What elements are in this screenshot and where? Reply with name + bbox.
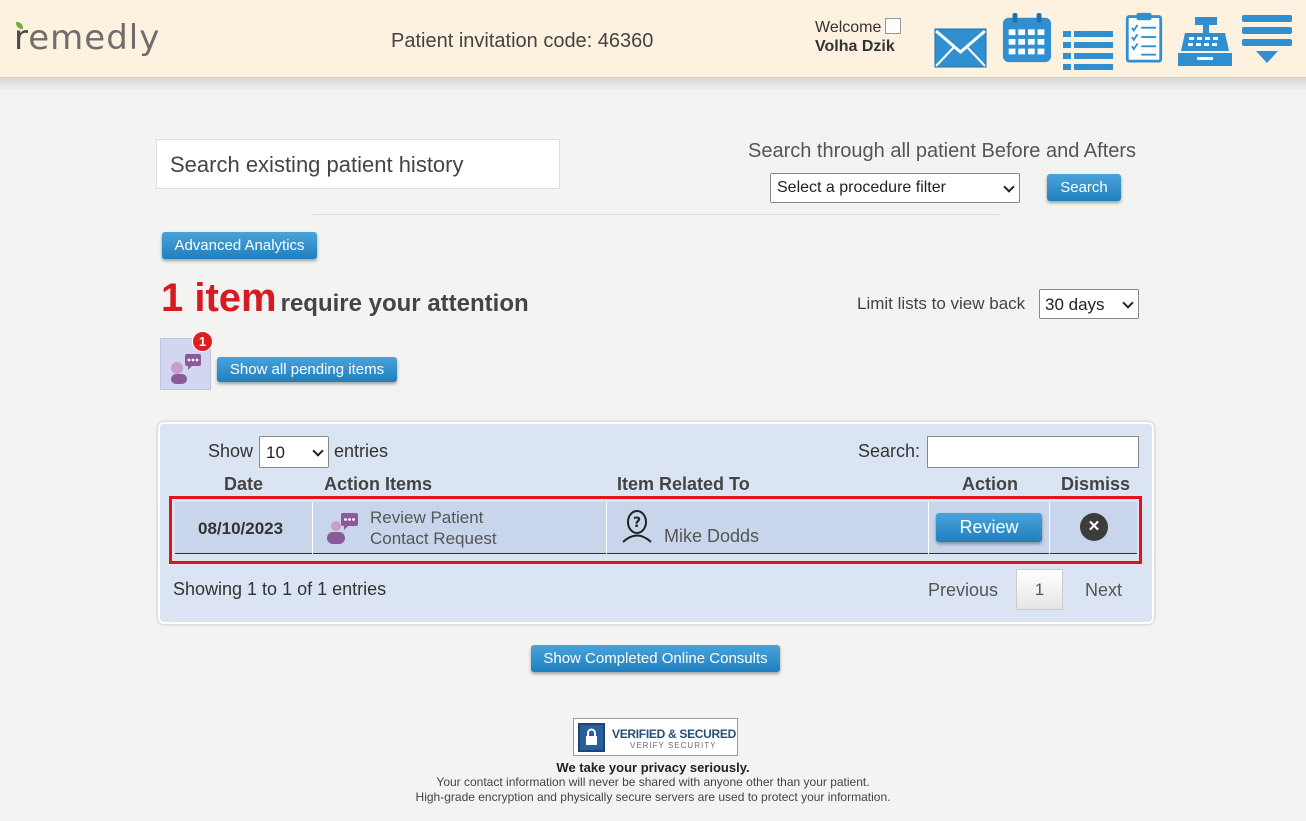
section-divider bbox=[313, 214, 999, 215]
row-highlight-annotation bbox=[169, 496, 1142, 564]
attention-heading: 1 item require your attention bbox=[161, 276, 529, 321]
column-header-date[interactable]: Date bbox=[224, 474, 263, 495]
before-after-search-label: Search through all patient Before and Af… bbox=[748, 140, 1137, 162]
limit-days-select[interactable]: 30 days bbox=[1039, 289, 1139, 319]
advanced-analytics-button[interactable]: Advanced Analytics bbox=[162, 232, 317, 259]
calendar-icon[interactable] bbox=[1000, 12, 1054, 64]
entries-per-page-value: 10 bbox=[266, 443, 285, 462]
cash-register-icon[interactable] bbox=[1177, 16, 1233, 68]
procedure-filter-value: Select a procedure filter bbox=[777, 179, 946, 196]
header-shadow-strip bbox=[0, 78, 1306, 90]
limit-view-label: Limit lists to view back bbox=[857, 294, 1026, 313]
patient-invitation-code: Patient invitation code: 46360 bbox=[391, 30, 654, 52]
mail-icon[interactable] bbox=[934, 22, 987, 74]
chevron-down-icon bbox=[312, 445, 324, 457]
avatar bbox=[885, 18, 902, 34]
table-search-label: Search: bbox=[858, 441, 921, 461]
logo-text-rest: emedly bbox=[28, 18, 161, 58]
verified-secured-badge[interactable]: VERIFIED & SECURED VERIFY SECURITY bbox=[573, 718, 738, 756]
table-info: Showing 1 to 1 of 1 entries bbox=[173, 579, 387, 599]
entries-per-page-select[interactable]: 10 bbox=[259, 436, 329, 468]
pending-count-badge: 1 bbox=[192, 331, 213, 352]
privacy-line-1: Your contact information will never be s… bbox=[436, 775, 870, 789]
procedure-filter-select[interactable]: Select a procedure filter bbox=[770, 173, 1020, 203]
patient-history-search-input[interactable]: Search existing patient history bbox=[156, 139, 560, 189]
welcome-label: Welcome bbox=[815, 19, 882, 36]
attention-text: require your attention bbox=[280, 290, 529, 317]
welcome-block: Welcome Volha Dzik bbox=[815, 18, 925, 56]
show-pending-items-button[interactable]: Show all pending items bbox=[217, 357, 397, 382]
column-header-dismiss[interactable]: Dismiss bbox=[1061, 474, 1130, 495]
checklist-icon[interactable] bbox=[1124, 11, 1164, 63]
attention-count: 1 item bbox=[161, 276, 277, 320]
lock-shield-icon bbox=[578, 723, 605, 752]
column-header-item-related-to[interactable]: Item Related To bbox=[617, 474, 750, 495]
chevron-down-icon bbox=[1003, 181, 1015, 193]
badge-title: VERIFIED & SECURED bbox=[612, 727, 736, 741]
column-header-action-items[interactable]: Action Items bbox=[324, 474, 432, 495]
badge-subtitle: VERIFY SECURITY bbox=[630, 741, 717, 750]
table-search-input[interactable] bbox=[927, 436, 1139, 468]
entries-label: entries bbox=[334, 441, 389, 461]
list-icon[interactable] bbox=[1063, 24, 1113, 76]
previous-page-button[interactable]: Previous bbox=[928, 580, 998, 601]
show-label: Show bbox=[208, 441, 254, 461]
privacy-title: We take your privacy seriously. bbox=[556, 760, 750, 775]
remedly-logo[interactable]: remedly bbox=[14, 18, 160, 58]
search-button[interactable]: Search bbox=[1047, 174, 1121, 201]
menu-icon[interactable] bbox=[1242, 14, 1292, 66]
limit-days-value: 30 days bbox=[1045, 295, 1105, 314]
next-page-button[interactable]: Next bbox=[1085, 580, 1122, 601]
show-completed-consults-button[interactable]: Show Completed Online Consults bbox=[531, 645, 780, 672]
privacy-line-2: High-grade encryption and physically sec… bbox=[415, 790, 891, 804]
user-name: Volha Dzik bbox=[815, 38, 895, 55]
chevron-down-icon bbox=[1122, 297, 1134, 309]
page-1-button[interactable]: 1 bbox=[1016, 569, 1063, 610]
column-header-action[interactable]: Action bbox=[962, 474, 1018, 495]
